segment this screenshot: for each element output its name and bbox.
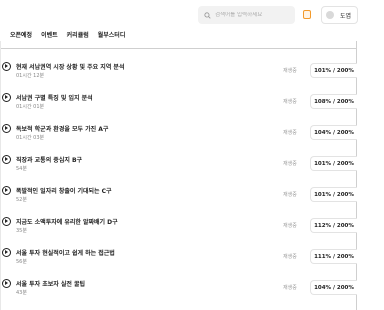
lecture-row[interactable]: 서남권 구별 특징 및 입지 분석 01시간 01분 재생중 108% / 20… xyxy=(1,90,357,121)
lecture-row[interactable]: 폭발적인 일자리 창출이 기대되는 C구 52분 재생중 101% / 200% xyxy=(1,183,357,214)
progress-text: 104% / 200% xyxy=(314,129,354,136)
lecture-duration: 52분 xyxy=(16,197,27,203)
progress-text: 112% / 200% xyxy=(314,222,354,229)
lecture-status: 재생중 xyxy=(283,99,297,105)
progress-text: 101% / 200% xyxy=(314,160,354,167)
search-box[interactable] xyxy=(198,6,295,24)
user-menu[interactable]: 도엽 xyxy=(321,6,358,24)
lecture-duration: 54분 xyxy=(16,166,27,172)
play-icon[interactable] xyxy=(2,217,11,226)
progress-badge: 101% / 200% xyxy=(310,63,357,78)
lecture-status: 재생중 xyxy=(283,130,297,136)
avatar-icon xyxy=(326,11,334,19)
lecture-duration: 56분 xyxy=(16,259,27,265)
lecture-row[interactable]: 서울 투자 현실적이고 쉽게 하는 접근법 56분 재생중 111% / 200… xyxy=(1,245,357,276)
panel-divider xyxy=(1,48,357,49)
progress-text: 101% / 200% xyxy=(314,191,354,198)
progress-text: 101% / 200% xyxy=(314,67,354,74)
lecture-row[interactable]: 현재 서남권역 시장 상황 및 주요 지역 분석 01시간 12분 재생중 10… xyxy=(1,59,357,90)
lecture-row[interactable]: 지금도 소액투자에 유리한 알짜배기 D구 35분 재생중 112% / 200… xyxy=(1,214,357,245)
progress-text: 104% / 200% xyxy=(314,284,354,291)
play-icon[interactable] xyxy=(2,62,11,71)
lecture-status: 재생중 xyxy=(283,68,297,74)
lecture-title: 직장과 교통의 중심지 B구 xyxy=(16,157,83,164)
top-bar: 도엽 xyxy=(0,0,384,30)
lecture-status: 재생중 xyxy=(283,223,297,229)
user-name: 도엽 xyxy=(340,12,352,20)
progress-badge: 112% / 200% xyxy=(310,218,357,233)
progress-badge: 101% / 200% xyxy=(310,156,357,171)
lecture-title: 서울 투자 현실적이고 쉽게 하는 접근법 xyxy=(16,250,115,257)
lecture-title: 서남권 구별 특징 및 입지 분석 xyxy=(16,95,93,102)
progress-badge: 104% / 200% xyxy=(310,125,357,140)
lecture-title: 폭발적인 일자리 창출이 기대되는 C구 xyxy=(16,188,112,195)
lecture-title: 현재 서남권역 시장 상황 및 주요 지역 분석 xyxy=(16,64,125,71)
lecture-row[interactable]: 독보적 학군과 환경을 모두 가진 A구 01시간 03분 재생중 104% /… xyxy=(1,121,357,152)
progress-badge: 111% / 200% xyxy=(310,249,357,264)
notification-icon[interactable] xyxy=(303,10,311,19)
lecture-duration: 01시간 03분 xyxy=(16,135,45,141)
play-icon[interactable] xyxy=(2,155,11,164)
progress-badge: 108% / 200% xyxy=(310,94,357,109)
progress-badge: 104% / 200% xyxy=(310,280,357,295)
progress-badge: 101% / 200% xyxy=(310,187,357,202)
search-input[interactable] xyxy=(215,12,293,18)
lecture-panel: 현재 서남권역 시장 상황 및 주요 지역 분석 01시간 12분 재생중 10… xyxy=(0,41,357,310)
lecture-title: 지금도 소액투자에 유리한 알짜배기 D구 xyxy=(16,219,118,226)
play-icon[interactable] xyxy=(2,124,11,133)
play-icon[interactable] xyxy=(2,279,11,288)
play-icon[interactable] xyxy=(2,93,11,102)
lecture-duration: 01시간 12분 xyxy=(16,73,45,79)
lecture-row[interactable]: 서울 투자 초보자 실전 꿀팁 43분 재생중 104% / 200% xyxy=(1,276,357,307)
lecture-list: 현재 서남권역 시장 상황 및 주요 지역 분석 01시간 12분 재생중 10… xyxy=(1,59,357,307)
lecture-title: 서울 투자 초보자 실전 꿀팁 xyxy=(16,281,86,288)
play-icon[interactable] xyxy=(2,186,11,195)
play-icon[interactable] xyxy=(2,248,11,257)
lecture-status: 재생중 xyxy=(283,192,297,198)
lecture-status: 재생중 xyxy=(283,285,297,291)
progress-text: 111% / 200% xyxy=(314,253,354,260)
lecture-row[interactable]: 직장과 교통의 중심지 B구 54분 재생중 101% / 200% xyxy=(1,152,357,183)
lecture-duration: 35분 xyxy=(16,228,27,234)
lecture-duration: 01시간 01분 xyxy=(16,104,45,110)
lecture-title: 독보적 학군과 환경을 모두 가진 A구 xyxy=(16,126,109,133)
lecture-status: 재생중 xyxy=(283,161,297,167)
lecture-duration: 43분 xyxy=(16,290,27,296)
search-icon xyxy=(204,11,211,19)
progress-text: 108% / 200% xyxy=(314,98,354,105)
lecture-status: 재생중 xyxy=(283,254,297,260)
